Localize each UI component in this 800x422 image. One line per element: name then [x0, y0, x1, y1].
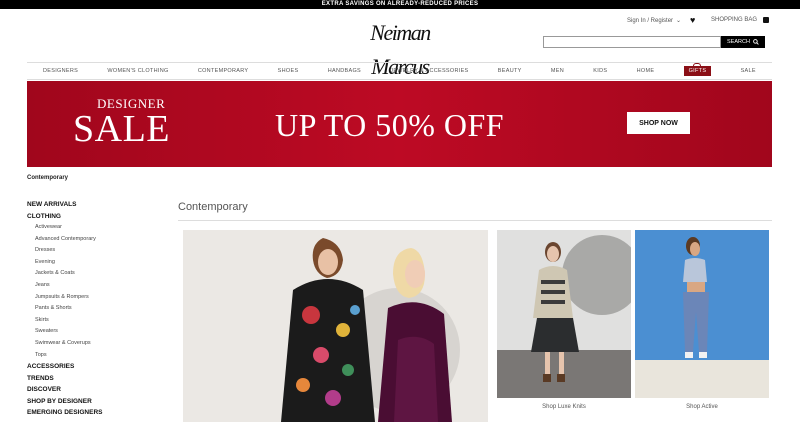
sidebar-item[interactable]: Skirts [27, 315, 157, 327]
sidebar-item[interactable]: Evening [27, 257, 157, 269]
nav-designers[interactable]: DESIGNERS [43, 68, 78, 74]
nav-womens-clothing[interactable]: WOMEN'S CLOTHING [107, 68, 168, 74]
sidebar-item[interactable]: Tops [27, 350, 157, 362]
nav-gifts[interactable]: GIFTS [683, 66, 712, 76]
category-sidebar: NEW ARRIVALS CLOTHING Activewear Advance… [27, 199, 157, 419]
banner-headline: UP TO 50% OFF [275, 107, 505, 143]
hero-illustration [183, 230, 488, 422]
search-button[interactable]: SEARCH [721, 36, 765, 48]
sidebar-clothing[interactable]: CLOTHING [27, 211, 157, 223]
nav-handbags[interactable]: HANDBAGS [328, 68, 361, 74]
account-link[interactable]: Sign In / Register ⌄ [627, 17, 682, 25]
sidebar-item[interactable]: Swimwear & Coverups [27, 338, 157, 350]
title-divider [178, 220, 772, 221]
page-title: Contemporary [178, 201, 248, 213]
search-input[interactable] [543, 36, 721, 48]
nav-jewelry-accessories[interactable]: JEWELRY & ACCESSORIES [390, 68, 468, 74]
heart-icon[interactable]: ♥ [690, 15, 695, 25]
banner-title: SALE [73, 108, 170, 150]
sidebar-item[interactable]: Jumpsuits & Rompers [27, 292, 157, 304]
active-caption[interactable]: Shop Active [635, 404, 769, 410]
shop-now-button[interactable]: SHOP NOW [627, 112, 690, 134]
active-image[interactable] [635, 230, 769, 398]
sidebar-trends[interactable]: TRENDS [27, 373, 157, 385]
sidebar-item[interactable]: Pants & Shorts [27, 303, 157, 315]
sale-banner[interactable]: DESIGNER SALE UP TO 50% OFF SHOP NOW [27, 81, 772, 167]
nav-kids[interactable]: KIDS [593, 68, 607, 74]
main-nav: DESIGNERS WOMEN'S CLOTHING CONTEMPORARY … [27, 62, 772, 80]
luxe-knits-caption[interactable]: Shop Luxe Knits [497, 404, 631, 410]
hero-image[interactable] [183, 230, 488, 422]
nav-contemporary[interactable]: CONTEMPORARY [198, 68, 249, 74]
sidebar-new-arrivals[interactable]: NEW ARRIVALS [27, 199, 157, 211]
sidebar-item[interactable]: Advanced Contemporary [27, 234, 157, 246]
active-illustration [635, 230, 769, 398]
nav-home[interactable]: HOME [637, 68, 655, 74]
shopping-bag-icon [763, 17, 770, 23]
luxe-knits-image[interactable] [497, 230, 631, 398]
sidebar-emerging-designers[interactable]: EMERGING DESIGNERS [27, 407, 157, 419]
shopping-bag-link[interactable]: SHOPPING BAG [711, 17, 770, 23]
sidebar-item[interactable]: Jeans [27, 280, 157, 292]
luxe-knits-illustration [497, 230, 631, 398]
nav-beauty[interactable]: BEAUTY [498, 68, 522, 74]
sidebar-item[interactable]: Dresses [27, 245, 157, 257]
sidebar-item[interactable]: Jackets & Coats [27, 268, 157, 280]
search-button-label: SEARCH [727, 39, 750, 45]
nav-shoes[interactable]: SHOES [278, 68, 299, 74]
sidebar-discover[interactable]: DISCOVER [27, 384, 157, 396]
search-icon [753, 39, 759, 45]
breadcrumb[interactable]: Contemporary [27, 175, 68, 181]
sidebar-item[interactable]: Activewear [27, 222, 157, 234]
nav-sale[interactable]: SALE [741, 68, 756, 74]
nav-men[interactable]: MEN [551, 68, 564, 74]
chevron-down-icon: ⌄ [676, 18, 682, 24]
sidebar-accessories[interactable]: ACCESSORIES [27, 361, 157, 373]
shopping-bag-label: SHOPPING BAG [711, 17, 758, 23]
logo[interactable]: Neiman Marcus [344, 16, 456, 79]
account-label: Sign In / Register [627, 17, 674, 24]
sidebar-shop-by-designer[interactable]: SHOP BY DESIGNER [27, 396, 157, 408]
sidebar-item[interactable]: Sweaters [27, 326, 157, 338]
promo-bar[interactable]: EXTRA SAVINGS ON ALREADY-REDUCED PRICES [0, 0, 800, 9]
